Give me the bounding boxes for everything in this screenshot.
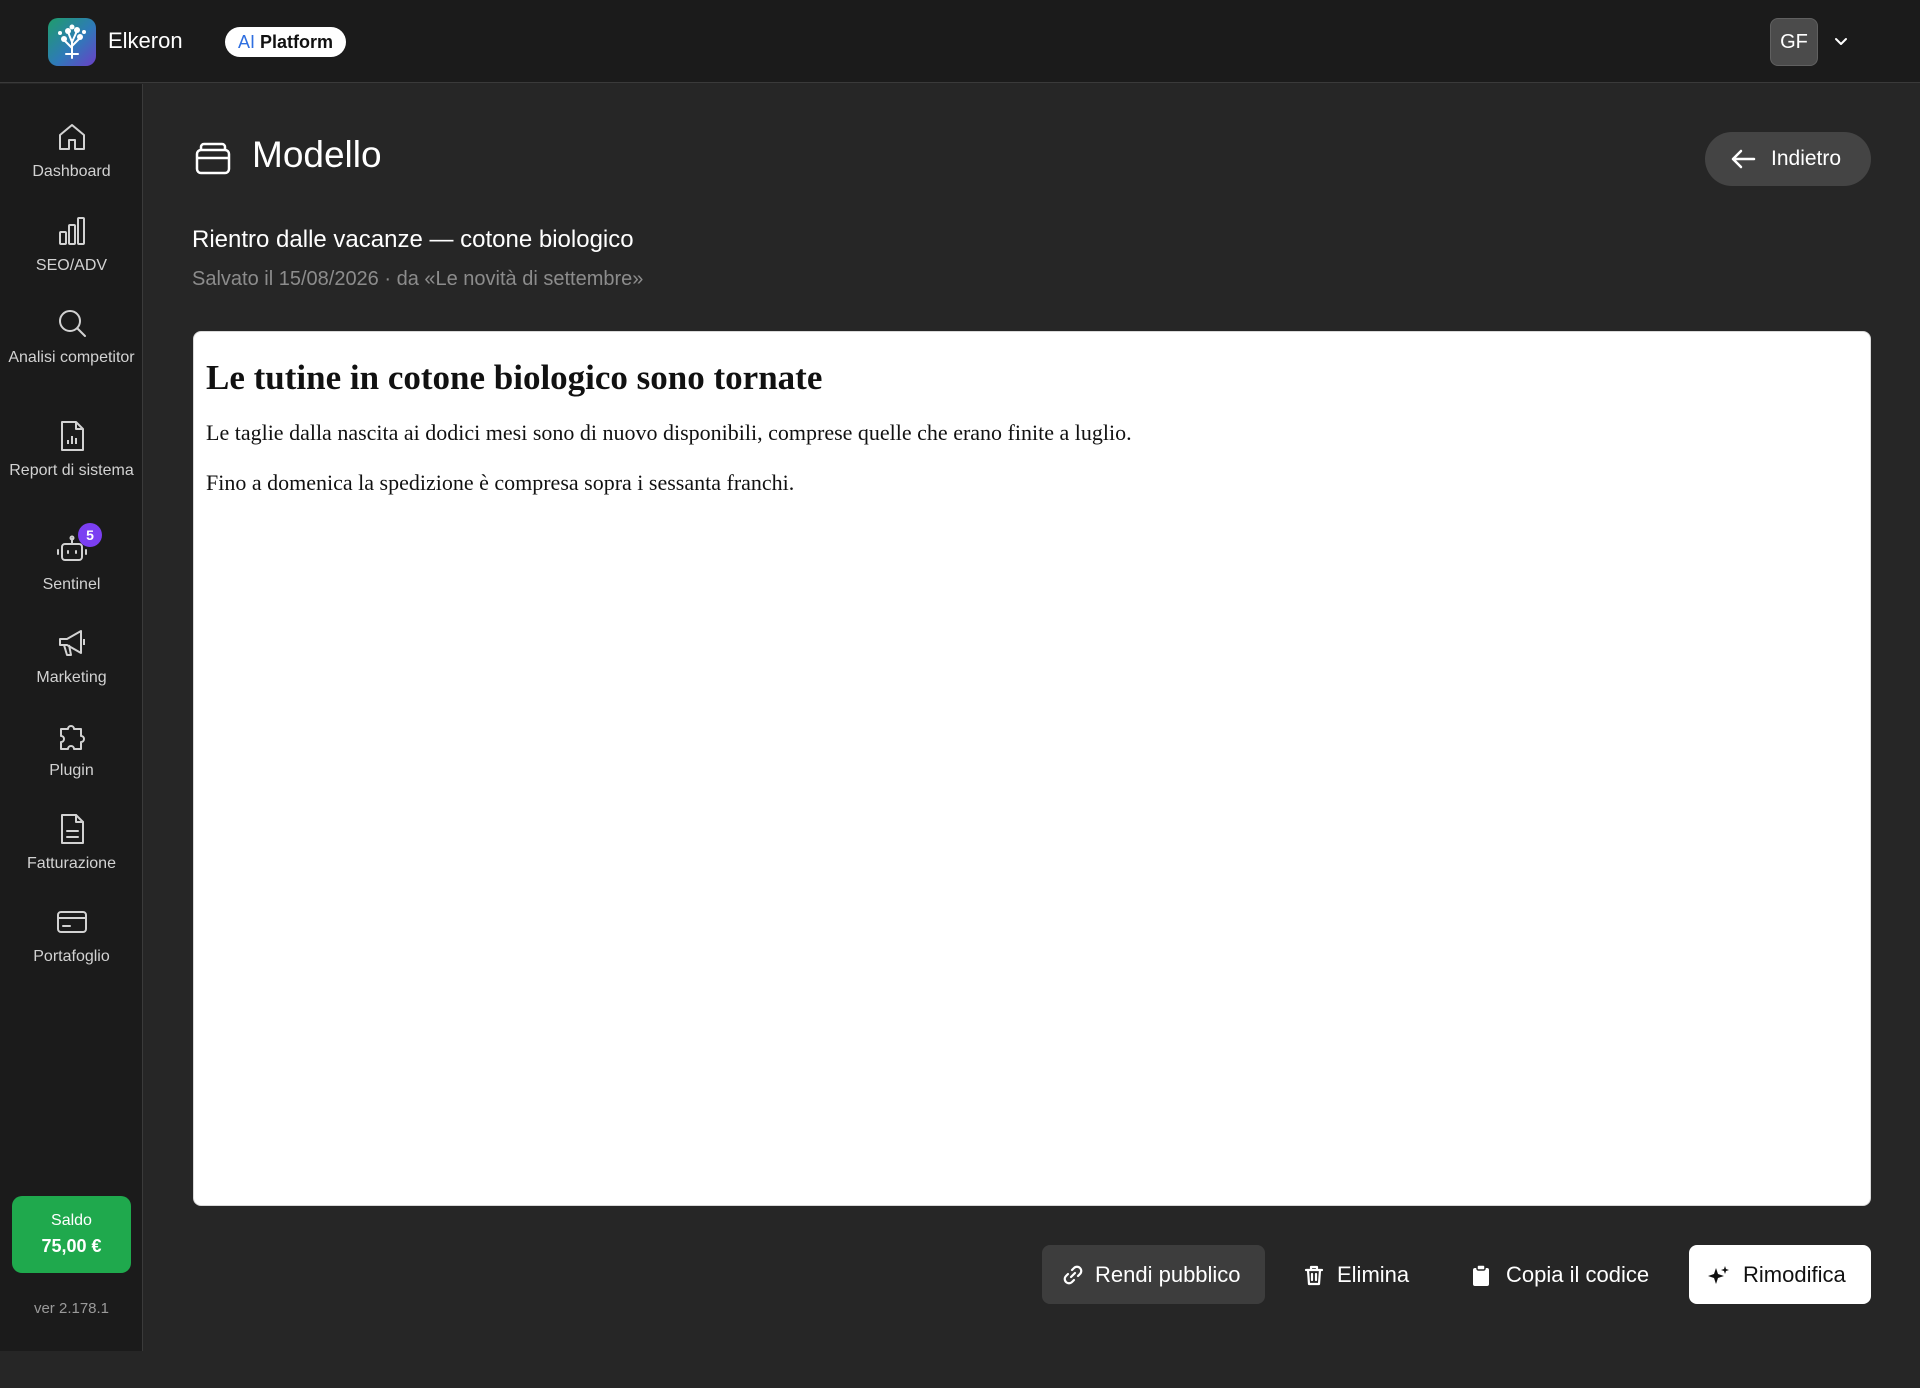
template-icon (195, 142, 231, 175)
sidebar-item-report-di-sistema[interactable]: Report di sistema (0, 419, 143, 481)
back-button-label: Indietro (1771, 147, 1842, 170)
sidebar-item-marketing[interactable]: Marketing (0, 626, 143, 688)
sidebar-item-label: Plugin (49, 762, 94, 779)
brand-logo-icon[interactable] (48, 18, 96, 66)
search-icon (58, 310, 86, 337)
sidebar-item-dashboard[interactable]: Dashboard (0, 120, 143, 182)
link-icon (1063, 1265, 1083, 1285)
sidebar-item-label: Report di sistema (9, 462, 134, 479)
wallet-icon (56, 911, 87, 933)
delete-label: Elimina (1337, 1262, 1410, 1287)
page-title: Modello (252, 134, 382, 175)
email-preview: Le tutine in cotone biologico sono torna… (193, 331, 1871, 1206)
report-icon (60, 421, 84, 451)
sidebar-item-sentinel[interactable]: 5 Sentinel (0, 523, 143, 595)
invoice-icon (60, 814, 84, 844)
sidebar-item-label: Marketing (36, 669, 107, 686)
sidebar-item-fatturazione[interactable]: Fatturazione (0, 812, 143, 874)
sidebar-item-label: Analisi competitor (8, 349, 135, 366)
platform-badge-ai: AI (238, 32, 256, 52)
sidebar-item-portafoglio[interactable]: Portafoglio (0, 905, 143, 967)
make-public-label: Rendi pubblico (1095, 1262, 1241, 1287)
puzzle-icon (59, 725, 85, 750)
preview-heading: Le tutine in cotone biologico sono torna… (206, 358, 823, 397)
balance-card[interactable]: Saldo 75,00 € (12, 1196, 131, 1273)
trash-icon (1304, 1265, 1324, 1286)
template-name: Rientro dalle vacanze — cotone biologico (192, 226, 634, 253)
app-version: ver 2.178.1 (33, 1300, 110, 1317)
back-button[interactable]: Indietro (1705, 132, 1871, 186)
copy-code-label: Copia il codice (1506, 1262, 1650, 1287)
bar-chart-icon (58, 217, 85, 245)
arrow-left-icon (1731, 149, 1756, 169)
sidebar-item-label: SEO/ADV (35, 257, 108, 274)
template-saved-info: Salvato il 15/08/2026 · da «Le novità di… (192, 268, 644, 290)
platform-badge: AI Platform (225, 27, 347, 57)
sidebar-item-label: Sentinel (42, 576, 101, 593)
sparkles-icon (1708, 1266, 1729, 1284)
sidebar-item-plugin[interactable]: Plugin (0, 719, 143, 781)
sidebar: Dashboard SEO/ADV Analisi competitor Rep… (0, 84, 143, 1351)
megaphone-icon (58, 630, 85, 656)
sidebar-item-label: Dashboard (32, 163, 111, 180)
user-avatar[interactable]: GF (1770, 18, 1818, 66)
sidebar-item-seo-adv[interactable]: SEO/ADV (0, 214, 143, 276)
sentinel-notification-badge: 5 (78, 523, 102, 547)
make-public-button[interactable]: Rendi pubblico (1042, 1245, 1265, 1304)
copy-code-button[interactable]: Copia il codice (1455, 1245, 1655, 1304)
chevron-down-icon[interactable] (1832, 32, 1850, 50)
sidebar-item-label: Portafoglio (33, 948, 110, 965)
balance-value: 75,00 € (41, 1236, 102, 1256)
home-icon (58, 124, 85, 150)
sidebar-item-label: Fatturazione (27, 855, 116, 872)
balance-label: Saldo (51, 1212, 92, 1229)
top-bar: Elkeron AI Platform GF (0, 0, 1920, 83)
re-edit-button[interactable]: Rimodifica (1689, 1245, 1871, 1304)
clipboard-icon (1473, 1264, 1489, 1286)
preview-paragraph: Fino a domenica la spedizione è compresa… (206, 470, 795, 495)
platform-badge-label: Platform (255, 32, 334, 52)
brand-name: Elkeron (108, 28, 183, 53)
delete-button[interactable]: Elimina (1293, 1245, 1423, 1304)
preview-paragraph: Le taglie dalla nascita ai dodici mesi s… (206, 420, 1132, 445)
sidebar-item-analisi-competitor[interactable]: Analisi competitor (0, 306, 143, 368)
re-edit-label: Rimodifica (1743, 1262, 1846, 1287)
